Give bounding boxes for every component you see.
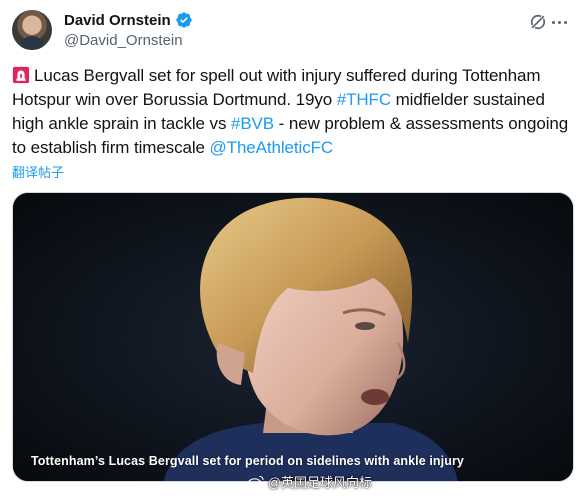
weibo-watermark: @英国足球风向标 — [247, 472, 372, 491]
verified-badge-icon — [176, 12, 192, 28]
author-handle[interactable]: @David_Ornstein — [64, 32, 193, 49]
display-name-row: David Ornstein — [64, 10, 193, 30]
weibo-logo-icon — [247, 475, 264, 489]
hashtag-thfc-link[interactable]: #THFC — [337, 90, 391, 109]
watermark-text: @英国足球风向标 — [267, 475, 372, 490]
siren-emoji-icon — [12, 66, 30, 84]
translate-post-link[interactable]: 翻译帖子 — [12, 162, 64, 181]
avatar[interactable] — [12, 10, 52, 50]
tweet-header: David Ornstein @David_Ornstein — [12, 8, 572, 56]
media-caption: Tottenham’s Lucas Bergvall set for perio… — [31, 454, 464, 468]
display-name[interactable]: David Ornstein — [64, 12, 171, 29]
tweet-text: Lucas Bergvall set for spell out with in… — [12, 64, 572, 160]
author-names: David Ornstein @David_Ornstein — [64, 10, 193, 49]
grok-icon[interactable] — [528, 12, 548, 32]
media-card[interactable]: Tottenham’s Lucas Bergvall set for perio… — [12, 192, 574, 482]
player-photo — [13, 193, 573, 481]
mention-link[interactable]: @TheAthleticFC — [210, 138, 334, 157]
hashtag-bvb-link[interactable]: #BVB — [231, 114, 274, 133]
more-options-icon[interactable] — [552, 18, 572, 26]
